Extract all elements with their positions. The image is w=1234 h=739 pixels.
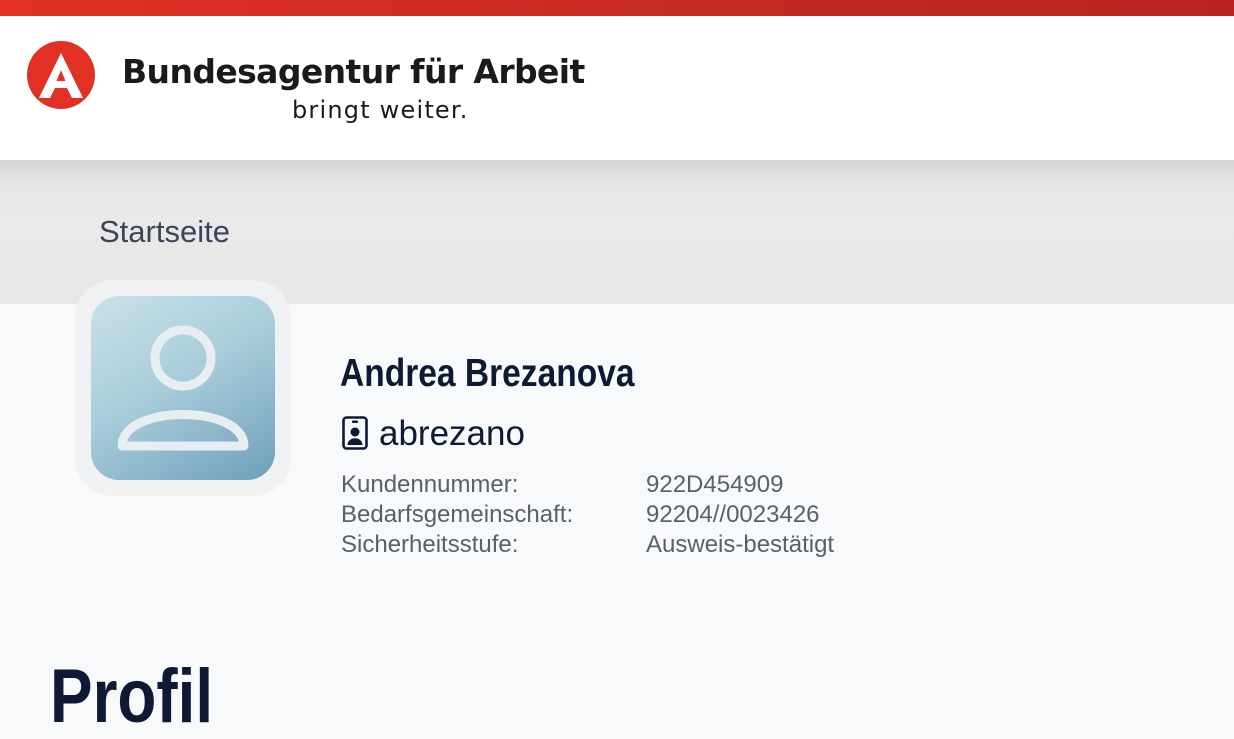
security-level-value: Ausweis-bestätigt — [646, 531, 835, 558]
top-accent-bar — [0, 0, 1234, 16]
user-avatar-icon — [117, 325, 249, 451]
brand-name[interactable]: Bundesagentur für Arbeit — [122, 52, 585, 91]
profile-name: Andrea Brezanova — [340, 352, 635, 395]
brand-slogan: bringt weiter. — [292, 96, 469, 124]
avatar — [91, 296, 275, 480]
breadcrumb-home-link[interactable]: Startseite — [99, 214, 230, 250]
customer-number-label: Kundennummer: — [341, 471, 519, 498]
community-value: 92204//0023426 — [646, 501, 820, 528]
security-level-label: Sicherheitsstufe: — [341, 531, 519, 558]
id-badge-icon — [342, 416, 368, 450]
community-label: Bedarfsgemeinschaft: — [341, 501, 574, 528]
profile-login: abrezano — [379, 414, 525, 453]
customer-number-value: 922D454909 — [646, 471, 784, 498]
page-title: Profil — [50, 653, 214, 739]
site-header: Bundesagentur für Arbeit bringt weiter. — [0, 16, 1234, 160]
ba-logo-icon[interactable] — [26, 40, 96, 110]
